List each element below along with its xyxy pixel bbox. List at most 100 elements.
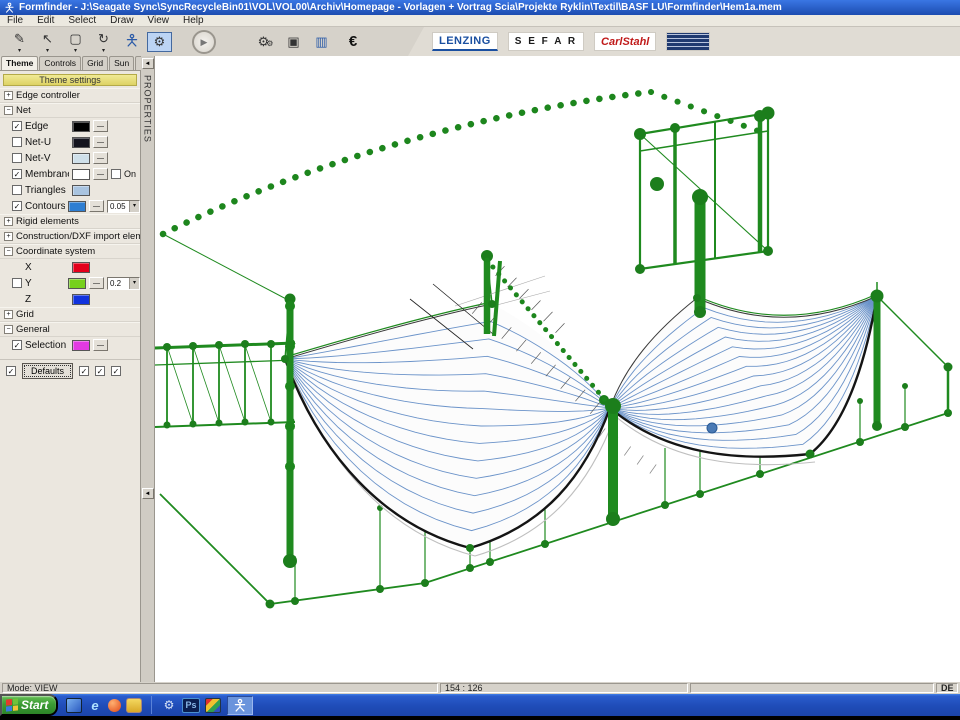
properties-panel: Theme Controls Grid Sun Images Theme set… (0, 56, 141, 682)
figure-tool-button[interactable] (119, 32, 144, 52)
gear-icon: ⚙ (154, 34, 166, 49)
viewport[interactable] (155, 56, 960, 682)
expand-icon[interactable]: + (4, 91, 13, 100)
y-axis-size-dropdown[interactable]: 0.2 ▾ (107, 277, 140, 290)
expand-icon[interactable]: + (4, 232, 13, 241)
y-axis-linestyle-button[interactable]: — (89, 277, 104, 289)
edge-color-swatch[interactable] (72, 121, 90, 132)
start-button[interactable]: Start (0, 694, 58, 716)
cost-button[interactable]: € (337, 32, 369, 52)
contours-spacing-dropdown[interactable]: 0.05 ▾ (107, 200, 140, 213)
collapse-panel-button[interactable]: ◄ (142, 58, 154, 69)
defaults-checkbox-1[interactable]: ✓ (6, 366, 16, 376)
selection-checkbox[interactable]: ✓ (12, 340, 22, 350)
select-tool-button[interactable]: ↖ (35, 28, 60, 48)
defaults-button[interactable]: Defaults (22, 363, 73, 379)
membrane-linestyle-button[interactable]: — (93, 168, 108, 180)
selected-node[interactable] (707, 423, 717, 433)
row-axis-z: Z (0, 291, 140, 307)
tab-sun[interactable]: Sun (109, 56, 134, 70)
transform-tool-dropdown[interactable]: ▾ (69, 48, 82, 55)
net-u-checkbox[interactable] (12, 137, 22, 147)
marquee-icon: ▢ (69, 31, 81, 46)
folder-icon[interactable] (126, 698, 142, 713)
selection-color-swatch[interactable] (72, 340, 90, 351)
membrane-left[interactable] (285, 304, 610, 548)
orbit-tool-dropdown[interactable]: ▾ (97, 48, 110, 55)
internet-explorer-icon[interactable]: e (87, 698, 103, 713)
formfinder-task-button[interactable] (227, 696, 253, 715)
transform-tool-button[interactable]: ▢ (63, 28, 88, 48)
net-v-color-swatch[interactable] (72, 153, 90, 164)
camera-button[interactable]: ▣ (281, 32, 306, 52)
play-button[interactable]: ▶ (192, 30, 216, 54)
menu-select[interactable]: Select (61, 15, 103, 26)
settings-tool-button[interactable]: ⚙ (147, 32, 172, 52)
menu-edit[interactable]: Edit (30, 15, 61, 26)
selection-linestyle-button[interactable]: — (93, 339, 108, 351)
defaults-checkbox-4[interactable]: ✓ (111, 366, 121, 376)
y-axis-color-swatch[interactable] (68, 278, 86, 289)
main-area: Theme Controls Grid Sun Images Theme set… (0, 56, 960, 682)
group-coordinate-system[interactable]: − Coordinate system (0, 244, 140, 259)
contours-checkbox[interactable]: ✓ (12, 201, 22, 211)
expand-icon[interactable]: + (4, 217, 13, 226)
edge-linestyle-button[interactable]: — (93, 120, 108, 132)
membrane-checkbox[interactable]: ✓ (12, 169, 22, 179)
menu-view[interactable]: View (141, 15, 177, 26)
desktop-icon[interactable] (66, 698, 82, 713)
photoshop-icon[interactable]: Ps (182, 698, 200, 713)
language-indicator[interactable]: DE (936, 683, 958, 693)
tab-controls[interactable]: Controls (39, 56, 81, 70)
viewport-drawing (155, 56, 960, 682)
group-net[interactable]: − Net (0, 103, 140, 118)
collapse-panel-button-2[interactable]: ◄ (142, 488, 154, 499)
membrane-on-checkbox[interactable] (111, 169, 121, 179)
collapse-icon[interactable]: − (4, 325, 13, 334)
group-general[interactable]: − General (0, 322, 140, 337)
orbit-tool-button[interactable]: ↻ (91, 28, 116, 48)
defaults-checkbox-3[interactable]: ✓ (95, 366, 105, 376)
quick-launch: e ⚙ Ps (66, 696, 221, 714)
collapse-icon[interactable]: − (4, 106, 13, 115)
app-icon (4, 2, 15, 13)
collapse-icon[interactable]: − (4, 247, 13, 256)
group-edge-controller[interactable]: + Edge controller (0, 88, 140, 103)
net-v-checkbox[interactable] (12, 153, 22, 163)
curtain-button[interactable]: ▥ (309, 32, 334, 52)
z-axis-color-swatch[interactable] (72, 294, 90, 305)
membrane-color-swatch[interactable] (72, 169, 90, 180)
gears-app-icon[interactable]: ⚙ (161, 698, 177, 713)
y-axis-checkbox[interactable] (12, 278, 22, 288)
draw-tool-dropdown[interactable]: ▾ (13, 48, 26, 55)
graphics-app-icon[interactable] (205, 698, 221, 713)
pencil-icon: ✎ (14, 31, 25, 46)
tab-grid[interactable]: Grid (82, 56, 108, 70)
tab-theme[interactable]: Theme (1, 56, 38, 70)
contours-linestyle-button[interactable]: — (89, 200, 104, 212)
menu-draw[interactable]: Draw (103, 15, 140, 26)
edge-checkbox[interactable]: ✓ (12, 121, 22, 131)
theme-settings-header: Theme settings (3, 74, 137, 86)
group-rigid-elements[interactable]: + Rigid elements (0, 214, 140, 229)
group-grid[interactable]: + Grid (0, 307, 140, 322)
draw-tool-button[interactable]: ✎ (7, 28, 32, 48)
net-v-linestyle-button[interactable]: — (93, 152, 108, 164)
row-selection: ✓ Selection — (0, 337, 140, 353)
triangles-checkbox[interactable] (12, 185, 22, 195)
net-u-color-swatch[interactable] (72, 137, 90, 148)
contours-color-swatch[interactable] (68, 201, 86, 212)
select-tool-dropdown[interactable]: ▾ (41, 48, 54, 55)
menu-help[interactable]: Help (176, 15, 211, 26)
group-construction[interactable]: + Construction/DXF import elements (0, 229, 140, 244)
triangles-color-swatch[interactable] (72, 185, 90, 196)
expand-icon[interactable]: + (4, 310, 13, 319)
status-coordinates: 154 : 126 (440, 683, 688, 693)
x-axis-color-swatch[interactable] (72, 262, 90, 273)
net-u-linestyle-button[interactable]: — (93, 136, 108, 148)
menu-file[interactable]: File (0, 15, 30, 26)
media-player-icon[interactable] (108, 699, 121, 712)
mechanism-button[interactable]: ⚙⚙ (253, 32, 278, 52)
defaults-checkbox-2[interactable]: ✓ (79, 366, 89, 376)
taskbar: Start e ⚙ Ps (0, 694, 960, 716)
